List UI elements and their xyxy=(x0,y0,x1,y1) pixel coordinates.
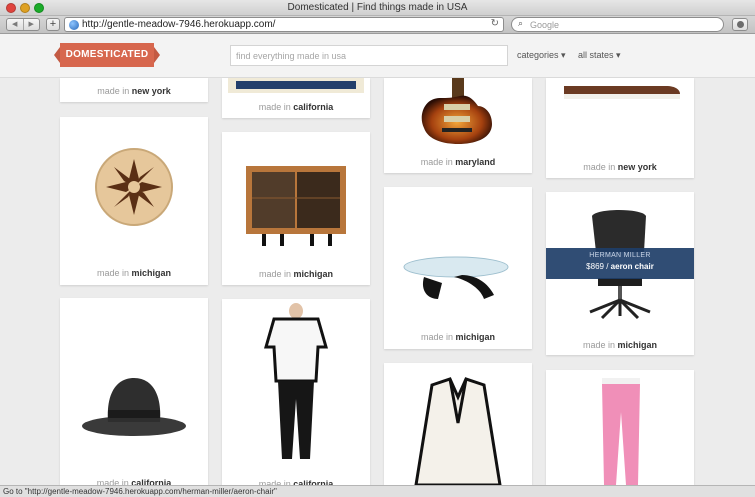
reload-icon[interactable]: ↻ xyxy=(491,18,499,29)
card-caption: made in michigan xyxy=(420,332,496,342)
product-card-aeron-chair[interactable]: HERMAN MILLER $869 / aeron chair made in… xyxy=(546,192,694,355)
card-caption: made in new york xyxy=(583,162,657,172)
card-caption: made in michigan xyxy=(582,340,658,350)
card-caption: made in maryland xyxy=(420,157,496,167)
product-price-name: $869 / aeron chair xyxy=(546,262,694,271)
product-image-blazer xyxy=(414,377,502,485)
nav-buttons: ◀ ▶ xyxy=(6,18,40,31)
product-card[interactable] xyxy=(384,363,532,485)
product-card[interactable]: made in new york xyxy=(60,78,208,102)
card-caption: made in new york xyxy=(97,86,171,96)
product-image-cabinet xyxy=(246,166,346,246)
site-header: DOMESTICATED categories ▾ all states ▾ xyxy=(0,34,755,78)
status-bar: Go to "http://gentle-meadow-7946.herokua… xyxy=(0,485,755,497)
product-image-shoe xyxy=(564,86,680,99)
site-logo[interactable]: DOMESTICATED xyxy=(54,43,160,67)
browser-titlebar: Domesticated | Find things made in USA xyxy=(0,0,755,16)
product-image-table xyxy=(403,256,509,299)
product-hover-overlay[interactable]: HERMAN MILLER $869 / aeron chair xyxy=(546,248,694,279)
product-image-guitar xyxy=(421,78,492,144)
product-card[interactable]: made in maryland xyxy=(384,78,532,173)
forward-button[interactable]: ▶ xyxy=(24,19,40,30)
globe-icon xyxy=(69,20,79,30)
back-button[interactable]: ◀ xyxy=(7,19,24,30)
product-card[interactable] xyxy=(546,370,694,485)
download-icon[interactable] xyxy=(732,18,748,31)
categories-dropdown[interactable]: categories ▾ xyxy=(517,50,566,61)
browser-toolbar: ◀ ▶ + http://gentle-meadow-7946.herokuap… xyxy=(0,16,755,34)
product-name: aeron chair xyxy=(610,262,654,271)
browser-search-placeholder: Google xyxy=(530,20,560,30)
product-brand: HERMAN MILLER xyxy=(589,252,651,259)
product-card[interactable]: made in new york xyxy=(546,78,694,178)
product-image-rug xyxy=(228,78,364,93)
url-text[interactable]: http://gentle-meadow-7946.herokuapp.com/ xyxy=(82,19,275,30)
product-card[interactable]: made in michigan xyxy=(384,187,532,349)
product-image-outfit xyxy=(264,303,328,459)
card-caption: made in california xyxy=(258,102,334,112)
product-image-hat xyxy=(82,378,186,436)
product-price: $869 xyxy=(586,262,604,271)
product-image-pants xyxy=(602,378,640,485)
browser-search-field[interactable]: ⌕ Google xyxy=(511,17,724,32)
window-title: Domesticated | Find things made in USA xyxy=(287,2,468,13)
site-search-input[interactable] xyxy=(230,45,508,66)
add-bookmark-button[interactable]: + xyxy=(46,18,60,31)
all-states-dropdown[interactable]: all states ▾ xyxy=(578,50,621,61)
product-card[interactable]: made in california xyxy=(222,78,370,118)
address-bar[interactable]: http://gentle-meadow-7946.herokuapp.com/… xyxy=(64,17,504,32)
card-caption: made in michigan xyxy=(258,269,334,279)
product-card[interactable]: made in california xyxy=(222,299,370,489)
card-caption: made in michigan xyxy=(96,268,172,278)
magnifier-icon: ⌕ xyxy=(518,18,524,28)
product-card[interactable]: made in michigan xyxy=(60,117,208,285)
product-card[interactable]: made in michigan xyxy=(222,132,370,285)
product-image-trivet xyxy=(95,148,173,226)
price-separator: / xyxy=(606,262,609,271)
product-card[interactable]: made in california xyxy=(60,298,208,488)
